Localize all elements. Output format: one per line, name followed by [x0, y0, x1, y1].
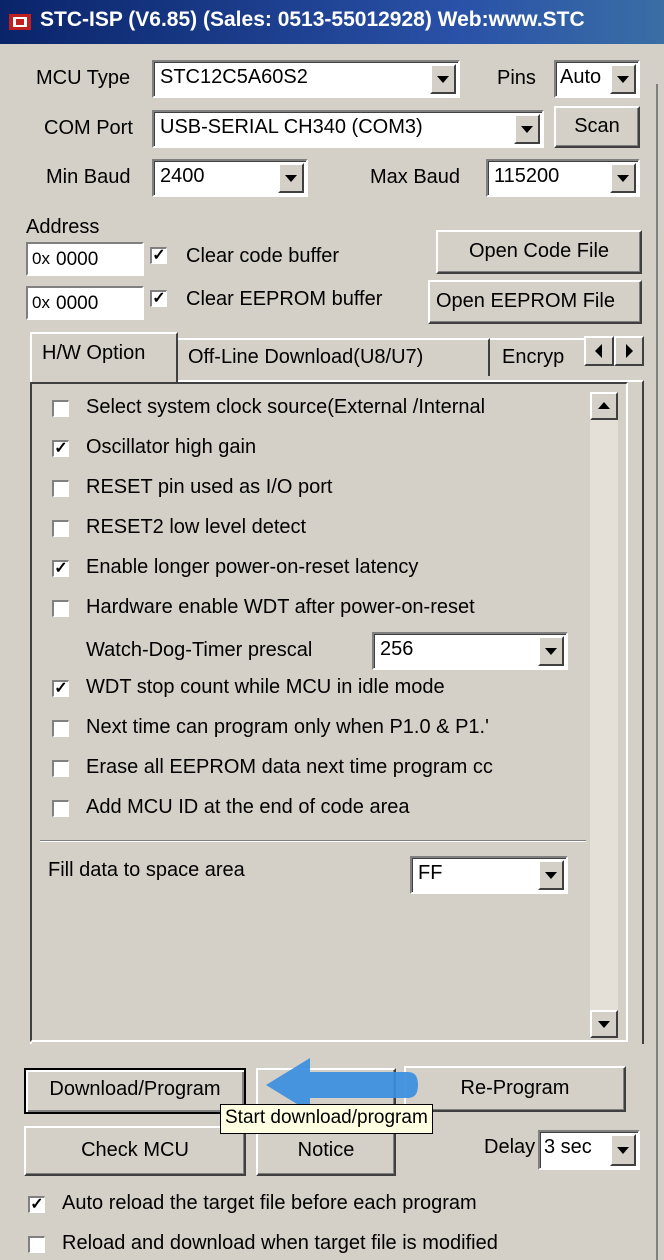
min-baud-value: 2400	[160, 165, 205, 187]
option-checkbox[interactable]	[52, 480, 69, 497]
mcu-type-value: STC12C5A60S2	[160, 66, 308, 88]
triangle-down-icon	[598, 1021, 610, 1028]
re-program-button[interactable]: Re-Program	[404, 1066, 626, 1112]
wdt-prescale-select[interactable]: 256	[372, 632, 568, 670]
delay-value: 3 sec	[544, 1136, 592, 1158]
adjacent-panel-edge	[656, 84, 664, 1260]
app-icon	[9, 14, 31, 30]
com-port-select[interactable]: USB-SERIAL CH340 (COM3)	[152, 110, 544, 148]
option-checkbox[interactable]	[52, 720, 69, 737]
option-tabs: H/W Option Off-Line Download(U8/U7) Encr…	[30, 332, 644, 384]
max-baud-select[interactable]: 115200	[486, 159, 640, 197]
option-label: Oscillator high gain	[86, 436, 257, 458]
open-code-file-button[interactable]: Open Code File	[436, 230, 642, 274]
min-baud-label: Min Baud	[46, 166, 131, 188]
open-eeprom-file-button[interactable]: Open EEPROM File	[428, 280, 642, 324]
max-baud-value: 115200	[494, 165, 560, 187]
fill-data-select[interactable]: FF	[410, 856, 568, 894]
scan-button[interactable]: Scan	[554, 106, 640, 148]
option-checkbox[interactable]: ✓	[52, 680, 69, 697]
chevron-down-icon[interactable]	[610, 1134, 636, 1166]
eeprom-address-input[interactable]: 0x 0000	[26, 286, 144, 320]
tab-offline-download[interactable]: Off-Line Download(U8/U7)	[178, 338, 490, 376]
triangle-left-icon	[595, 344, 602, 358]
tab-scroll-right-button[interactable]	[614, 336, 644, 366]
min-baud-select[interactable]: 2400	[152, 159, 308, 197]
option-label: Select system clock source(External /Int…	[86, 396, 486, 418]
delay-label: Delay	[484, 1136, 536, 1158]
pins-label: Pins	[497, 67, 536, 89]
reload-modified-label: Reload and download when target file is …	[62, 1232, 498, 1254]
option-label: RESET2 low level detect	[86, 516, 307, 538]
pins-select[interactable]: Auto	[554, 60, 640, 98]
scroll-up-button[interactable]	[590, 392, 618, 420]
tooltip: Start download/program	[220, 1104, 433, 1134]
code-address-value: 0000	[56, 249, 99, 270]
wdt-prescale-label: Watch-Dog-Timer prescal	[86, 639, 313, 661]
separator	[40, 840, 586, 842]
option-label: Hardware enable WDT after power-on-reset	[86, 596, 475, 618]
tab-encrypt[interactable]: Encryp	[490, 338, 590, 376]
tab-hw-option[interactable]: H/W Option	[30, 332, 178, 382]
fill-data-value: FF	[418, 862, 443, 884]
address-label: Address	[26, 216, 100, 238]
title-bar[interactable]: STC-ISP (V6.85) (Sales: 0513-55012928) W…	[0, 0, 664, 44]
chevron-down-icon[interactable]	[538, 636, 564, 666]
hex-prefix: 0x	[32, 249, 50, 268]
mcu-type-label: MCU Type	[36, 67, 131, 89]
check-mcu-button[interactable]: Check MCU	[24, 1126, 246, 1176]
window-title: STC-ISP (V6.85) (Sales: 0513-55012928) W…	[40, 8, 585, 31]
auto-reload-label: Auto reload the target file before each …	[62, 1192, 477, 1214]
option-checkbox[interactable]	[52, 800, 69, 817]
chevron-down-icon[interactable]	[538, 860, 564, 890]
chevron-down-icon[interactable]	[610, 163, 636, 193]
tab-hw-option-label: H/W Option	[42, 342, 146, 364]
option-label: WDT stop count while MCU in idle mode	[86, 676, 445, 698]
option-checkbox[interactable]: ✓	[52, 560, 69, 577]
chevron-down-icon[interactable]	[430, 64, 456, 94]
option-checkbox[interactable]	[52, 520, 69, 537]
mcu-type-select[interactable]: STC12C5A60S2	[152, 60, 460, 98]
eeprom-address-value: 0000	[56, 293, 99, 314]
auto-reload-checkbox[interactable]: ✓	[28, 1196, 45, 1213]
tab-encrypt-label: Encryp	[502, 346, 565, 368]
download-program-button[interactable]: Download/Program	[24, 1068, 246, 1114]
option-label: Enable longer power-on-reset latency	[86, 556, 419, 578]
wdt-prescale-value: 256	[380, 638, 414, 660]
triangle-up-icon	[598, 402, 610, 409]
delay-select[interactable]: 3 sec	[538, 1130, 640, 1170]
max-baud-label: Max Baud	[370, 166, 461, 188]
option-checkbox[interactable]	[52, 760, 69, 777]
chevron-down-icon[interactable]	[278, 163, 304, 193]
com-port-label: COM Port	[44, 117, 133, 139]
chevron-down-icon[interactable]	[610, 64, 636, 94]
option-checkbox[interactable]: ✓	[52, 440, 69, 457]
scroll-down-button[interactable]	[590, 1010, 618, 1038]
option-label: Add MCU ID at the end of code area	[86, 796, 410, 818]
reload-modified-checkbox[interactable]	[28, 1236, 45, 1253]
triangle-right-icon	[626, 344, 633, 358]
options-scrollbar[interactable]	[590, 392, 618, 1038]
hex-prefix: 0x	[32, 293, 50, 312]
tab-offline-download-label: Off-Line Download(U8/U7)	[188, 346, 424, 368]
option-label: Next time can program only when P1.0 & P…	[86, 716, 489, 738]
option-checkbox[interactable]	[52, 600, 69, 617]
clear-eeprom-label: Clear EEPROM buffer	[186, 288, 383, 310]
option-label: Erase all EEPROM data next time program …	[86, 756, 493, 778]
option-checkbox[interactable]	[52, 400, 69, 417]
clear-code-checkbox[interactable]: ✓	[150, 247, 167, 264]
chevron-down-icon[interactable]	[514, 114, 540, 144]
fill-data-label: Fill data to space area	[48, 859, 245, 881]
com-port-value: USB-SERIAL CH340 (COM3)	[160, 116, 423, 138]
tab-scroll-left-button[interactable]	[584, 336, 614, 366]
option-label: RESET pin used as I/O port	[86, 476, 333, 498]
clear-code-label: Clear code buffer	[186, 245, 340, 267]
clear-eeprom-checkbox[interactable]: ✓	[150, 290, 167, 307]
code-address-input[interactable]: 0x 0000	[26, 242, 144, 276]
pins-value: Auto	[560, 66, 602, 88]
